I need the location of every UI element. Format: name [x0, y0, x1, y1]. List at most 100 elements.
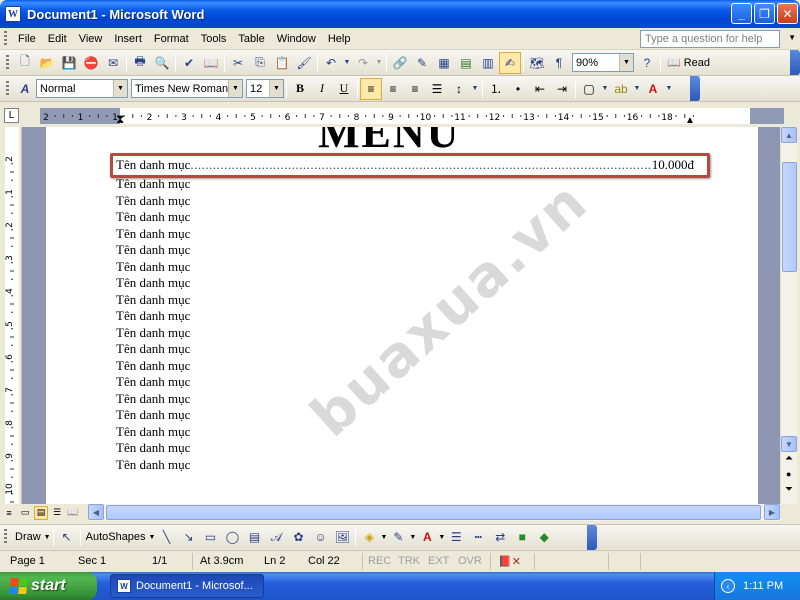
next-page-icon[interactable]: ⏷ [785, 484, 793, 495]
style-select[interactable]: Normal ▼ [36, 79, 128, 98]
hyperlink-icon[interactable]: 🔗 [389, 52, 411, 74]
undo-dropdown-icon[interactable]: ▼ [342, 52, 352, 74]
spelling-icon[interactable]: ✔ [178, 52, 200, 74]
select-browse-object-icon[interactable]: ● [786, 469, 791, 479]
copy-icon[interactable]: ⎘ [249, 52, 271, 74]
redo-icon[interactable]: ↷ [352, 52, 374, 74]
menu-item-line[interactable]: Tên danh mục [116, 193, 190, 210]
menu-table[interactable]: Table [232, 31, 270, 47]
scroll-right-icon[interactable]: ▶ [764, 504, 780, 520]
menu-edit[interactable]: Edit [42, 31, 73, 47]
menu-item-line[interactable]: Tên danh mục [116, 292, 190, 309]
menu-item-line[interactable]: Tên danh mục [116, 226, 190, 243]
menu-item-line[interactable]: Tên danh mục [116, 424, 190, 441]
help-dropdown-icon[interactable]: ▼ [788, 33, 796, 42]
menu-item-line[interactable]: Tên danh mục [116, 209, 190, 226]
document-area[interactable]: MENU Tên danh mục ......................… [22, 127, 780, 504]
font-color-draw-dropdown-icon[interactable]: ▼ [438, 534, 445, 541]
format-painter-icon[interactable]: 🖌 [293, 52, 315, 74]
status-trk[interactable]: TRK [398, 555, 420, 567]
insert-table-icon[interactable]: ▦ [433, 52, 455, 74]
menu-item-line[interactable]: Tên danh mục [116, 242, 190, 259]
oval-icon[interactable]: ◯ [221, 526, 243, 548]
menu-item-line[interactable]: Tên danh mục [116, 374, 190, 391]
print-layout-view-icon[interactable]: ▤ [34, 505, 48, 520]
menu-item-line[interactable]: Tên danh mục [116, 259, 190, 276]
bold-button[interactable]: B [289, 78, 311, 100]
font-color-draw-icon[interactable]: A [416, 526, 438, 548]
font-select[interactable]: Times New Roman ▼ [131, 79, 243, 98]
menu-item-line[interactable]: Tên danh mục [116, 358, 190, 375]
toolbar-grip[interactable] [6, 54, 9, 71]
columns-icon[interactable]: ▥ [477, 52, 499, 74]
font-color-icon[interactable]: A [642, 78, 664, 100]
wordart-icon[interactable]: 𝒜 [265, 526, 287, 548]
document-page[interactable]: MENU Tên danh mục ......................… [46, 127, 758, 504]
spelling-status-icon[interactable]: 📕✕ [498, 555, 521, 568]
print-preview-icon[interactable]: 🔍 [151, 52, 173, 74]
font-color-dropdown-icon[interactable]: ▼ [664, 78, 674, 100]
align-left-icon[interactable]: ≡ [360, 77, 382, 100]
increase-indent-icon[interactable]: ⇥ [551, 78, 573, 100]
vertical-scroll-thumb[interactable] [782, 162, 797, 272]
draw-dropdown-icon[interactable]: ▼ [44, 534, 51, 541]
font-size-select[interactable]: 12 ▼ [246, 79, 284, 98]
research-icon[interactable]: 📖 [200, 52, 222, 74]
menu-item-line[interactable]: Tên danh mục [116, 457, 190, 474]
line-spacing-icon[interactable]: ↕ [448, 78, 470, 100]
style-dropdown-icon[interactable]: ▼ [113, 80, 127, 97]
horizontal-scroll-thumb[interactable] [106, 505, 761, 520]
select-objects-icon[interactable]: ↖ [56, 526, 78, 548]
menu-tools[interactable]: Tools [195, 31, 233, 47]
fill-color-dropdown-icon[interactable]: ▼ [380, 534, 387, 541]
toolbar-grip[interactable] [6, 80, 9, 97]
web-layout-view-icon[interactable]: ▭ [18, 506, 32, 520]
underline-button[interactable]: U [333, 78, 355, 100]
justify-icon[interactable]: ☰ [426, 78, 448, 100]
status-ext[interactable]: EXT [428, 555, 449, 567]
menu-item-line[interactable]: Tên danh mục [116, 275, 190, 292]
highlight-icon[interactable]: ab [610, 78, 632, 100]
autoshapes-dropdown-icon[interactable]: ▼ [149, 534, 156, 541]
menu-item-line[interactable]: Tên danh mục [116, 341, 190, 358]
vertical-ruler[interactable]: 2123456789101112 [0, 127, 22, 577]
menu-item-line[interactable]: Tên danh mục [116, 325, 190, 342]
menu-help[interactable]: Help [322, 31, 357, 47]
shadow-style-icon[interactable]: ■ [511, 526, 533, 548]
right-indent-marker-icon[interactable]: ▲ [685, 115, 695, 124]
paste-icon[interactable]: 📋 [271, 52, 293, 74]
start-button[interactable]: start [0, 572, 97, 600]
line-style-icon[interactable]: ☰ [445, 526, 467, 548]
font-size-dropdown-icon[interactable]: ▼ [269, 80, 283, 97]
menu-window[interactable]: Window [271, 31, 322, 47]
minimize-button[interactable]: _ [731, 3, 752, 24]
email-icon[interactable]: ✉ [102, 52, 124, 74]
insert-picture-icon[interactable]: 🖼 [331, 526, 353, 548]
decrease-indent-icon[interactable]: ⇤ [529, 78, 551, 100]
font-dropdown-icon[interactable]: ▼ [228, 80, 242, 97]
word-app-icon[interactable]: W [5, 6, 21, 22]
insert-excel-icon[interactable]: ▤ [455, 52, 477, 74]
bullets-icon[interactable]: • [507, 78, 529, 100]
scroll-left-icon[interactable]: ◀ [88, 504, 104, 520]
open-folder-icon[interactable]: 📂 [36, 52, 58, 74]
italic-button[interactable]: I [311, 78, 333, 100]
3d-style-icon[interactable]: ◆ [533, 526, 555, 548]
menu-item-line[interactable]: Tên danh mục [116, 176, 190, 193]
toolbar-options[interactable] [790, 50, 800, 75]
borders-dropdown-icon[interactable]: ▼ [600, 78, 610, 100]
status-ovr[interactable]: OVR [458, 555, 482, 567]
indent-marker-icon[interactable]: ⧗ [116, 112, 124, 124]
menu-item-line[interactable]: Tên danh mục [116, 440, 190, 457]
draw-menu-button[interactable]: Draw [12, 531, 44, 543]
clip-art-icon[interactable]: ☺ [309, 526, 331, 548]
clock[interactable]: 1:11 PM [743, 580, 783, 592]
outline-view-icon[interactable]: ☰ [50, 506, 64, 520]
close-button[interactable]: ✕ [777, 3, 798, 24]
status-rec[interactable]: REC [368, 555, 391, 567]
line-color-icon[interactable]: ✎ [387, 526, 409, 548]
show-hidden-icons-icon[interactable]: ‹ [721, 579, 735, 593]
previous-page-icon[interactable]: ⏶ [785, 453, 793, 464]
diagram-icon[interactable]: ✿ [287, 526, 309, 548]
menu-item-line[interactable]: Tên danh mục [116, 308, 190, 325]
